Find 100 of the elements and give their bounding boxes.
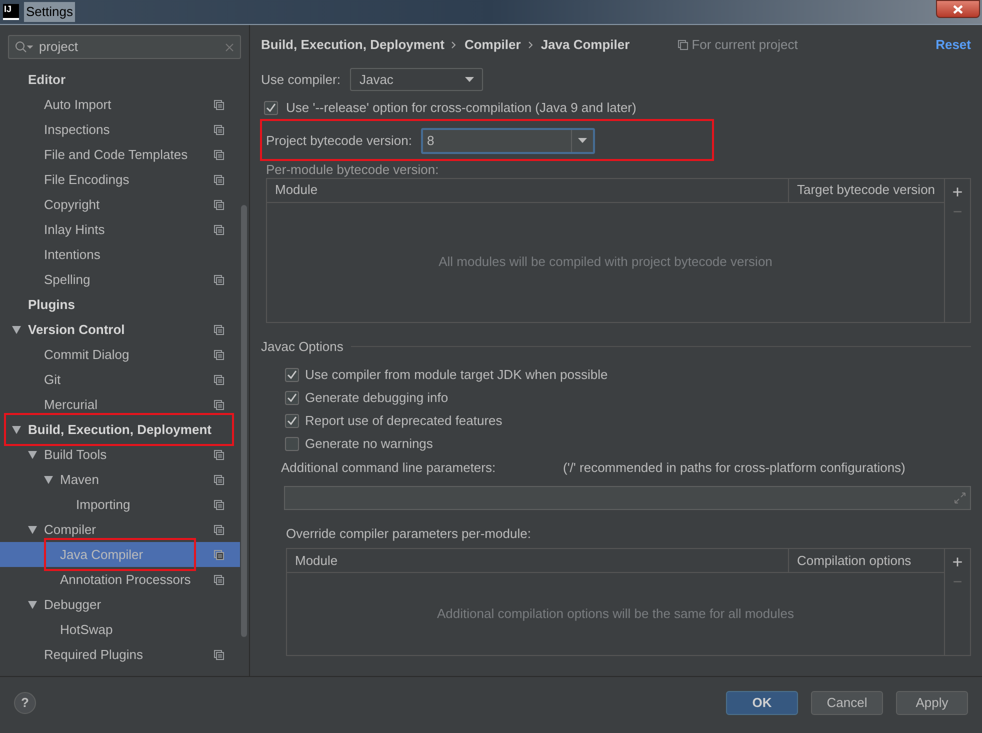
dialog-button[interactable]: Cancel	[811, 690, 883, 714]
scrollbar[interactable]	[241, 205, 247, 637]
column-header[interactable]: Module	[287, 549, 789, 572]
tree-item[interactable]: Build Tools	[0, 442, 240, 467]
section-label: Build, Execution, Deployment	[28, 420, 212, 439]
expand-arrow-icon[interactable]	[12, 426, 21, 434]
copy-icon	[678, 40, 688, 50]
item-label: Mercurial	[44, 396, 98, 414]
item-label: Auto Import	[44, 96, 112, 114]
item-label: Spelling	[44, 270, 92, 289]
dialog-button[interactable]: Apply	[896, 690, 968, 714]
item-label: Commit Dialog	[44, 346, 130, 364]
tree-item[interactable]: Spelling	[0, 267, 240, 292]
tree-item[interactable]: Git	[0, 367, 240, 392]
checkbox[interactable]	[285, 436, 299, 450]
window-title: Settings	[24, 2, 75, 22]
expand-arrow-icon[interactable]	[12, 326, 21, 334]
field-label: Per-module bytecode version:	[266, 162, 439, 176]
parameters-field[interactable]	[284, 486, 971, 510]
breadcrumb-item: Compiler	[464, 36, 521, 54]
reset-link[interactable]: Reset	[936, 35, 971, 55]
item-label: Required Plugins	[44, 646, 144, 664]
tree-item[interactable]: Compiler	[0, 517, 240, 542]
caret-icon	[578, 138, 587, 143]
item-label: Git	[44, 370, 62, 389]
field-label: Override compiler parameters per-module:	[286, 524, 532, 543]
search-input[interactable]: project	[39, 37, 219, 57]
bytecode-dropdown[interactable]: 8	[420, 128, 595, 154]
section-label: Version Control	[28, 320, 126, 339]
tree-item[interactable]: Debugger	[0, 592, 240, 617]
checkbox-label: Generate no warnings	[305, 434, 433, 453]
item-label: Compiler	[44, 520, 98, 539]
column-header[interactable]: Module	[267, 178, 789, 202]
close-icon	[953, 4, 963, 14]
close-button[interactable]	[936, 0, 980, 18]
dialog-button[interactable]: OK	[726, 690, 798, 714]
column-header[interactable]: Compilation options	[789, 549, 944, 572]
checkbox[interactable]	[285, 390, 299, 404]
add-button[interactable]: +	[952, 549, 963, 575]
tree-item[interactable]: Copyright	[0, 192, 240, 217]
column-header[interactable]: Target bytecode version	[789, 178, 944, 202]
checkbox[interactable]	[264, 100, 278, 115]
search-icon	[15, 41, 33, 53]
item-label: Annotation Processors	[60, 570, 192, 589]
help-button[interactable]: ?	[14, 692, 36, 714]
item-label: Inlay Hints	[44, 220, 106, 239]
item-label: Inspections	[44, 120, 111, 139]
checkbox[interactable]	[285, 368, 299, 382]
field-label: Additional command line parameters:	[281, 459, 497, 477]
section-label: Plugins	[28, 296, 76, 314]
checkbox-label: Use compiler from module target JDK when possible	[305, 366, 608, 384]
tree-item[interactable]: Commit Dialog	[0, 342, 240, 367]
item-label: Importing	[76, 496, 132, 514]
scope-label: For current project	[692, 36, 798, 54]
section-label: Editor	[28, 70, 67, 89]
item-label: Java Compiler	[60, 546, 144, 564]
compiler-dropdown[interactable]: Javac	[350, 68, 484, 91]
item-label: HotSwap	[60, 620, 114, 639]
tree-item[interactable]: Intentions	[0, 242, 240, 267]
item-label: Build Tools	[44, 446, 108, 464]
expand-arrow-icon[interactable]	[28, 450, 37, 458]
checkbox-label: Generate debugging info	[305, 388, 448, 407]
tree-item[interactable]: Version Control	[0, 317, 240, 342]
expand-arrow-icon[interactable]	[44, 476, 53, 484]
tree-item[interactable]: Editor	[0, 67, 240, 92]
tree-item[interactable]: Importing	[0, 492, 240, 517]
search-field[interactable]: project	[8, 35, 241, 59]
breadcrumb-item: Java Compiler	[540, 36, 630, 54]
item-label: Maven	[60, 470, 100, 489]
empty-table-text: All modules will be compiled with project bytecode version	[438, 253, 772, 272]
caret-icon	[465, 77, 474, 82]
checkbox[interactable]	[285, 414, 299, 428]
tree-item[interactable]: Plugins	[0, 292, 240, 317]
app-logo: IJ	[3, 4, 19, 20]
item-label: Intentions	[44, 246, 102, 264]
tree-item[interactable]: Mercurial	[0, 392, 240, 417]
group-title: Javac Options	[261, 338, 344, 356]
tree-item[interactable]: File and Code Templates	[0, 142, 240, 167]
field-label: Use compiler:	[261, 70, 340, 89]
item-label: File Encodings	[44, 170, 130, 189]
tree-item[interactable]: Auto Import	[0, 92, 240, 117]
item-label: File and Code Templates	[44, 146, 189, 164]
checkbox-label: Report use of deprecated features	[305, 412, 502, 430]
item-label: Copyright	[44, 196, 101, 214]
checkbox-label: Use '--release' option for cross-compilation (Java 9 and later)	[286, 99, 636, 117]
breadcrumb-item: Build, Execution, Deployment	[261, 36, 444, 54]
tree-item[interactable]: File Encodings	[0, 167, 240, 192]
tree-item[interactable]: Inlay Hints	[0, 217, 240, 242]
tree-item[interactable]: Maven	[0, 467, 240, 492]
expand-arrow-icon[interactable]	[28, 526, 37, 534]
tree-item[interactable]: Annotation Processors	[0, 567, 240, 592]
item-label: Debugger	[44, 596, 102, 614]
tree-item[interactable]: Required Plugins	[0, 642, 240, 667]
expand-arrow-icon[interactable]	[28, 600, 37, 608]
tree-item[interactable]: Build, Execution, Deployment	[0, 417, 240, 442]
add-button[interactable]: +	[952, 178, 963, 204]
hint-text: ('/' recommended in paths for cross-platform configurations)	[563, 459, 906, 477]
tree-item[interactable]: HotSwap	[0, 617, 240, 642]
empty-table-text: Additional compilation options will be the same for all modules	[437, 605, 794, 624]
tree-item[interactable]: Inspections	[0, 117, 240, 142]
